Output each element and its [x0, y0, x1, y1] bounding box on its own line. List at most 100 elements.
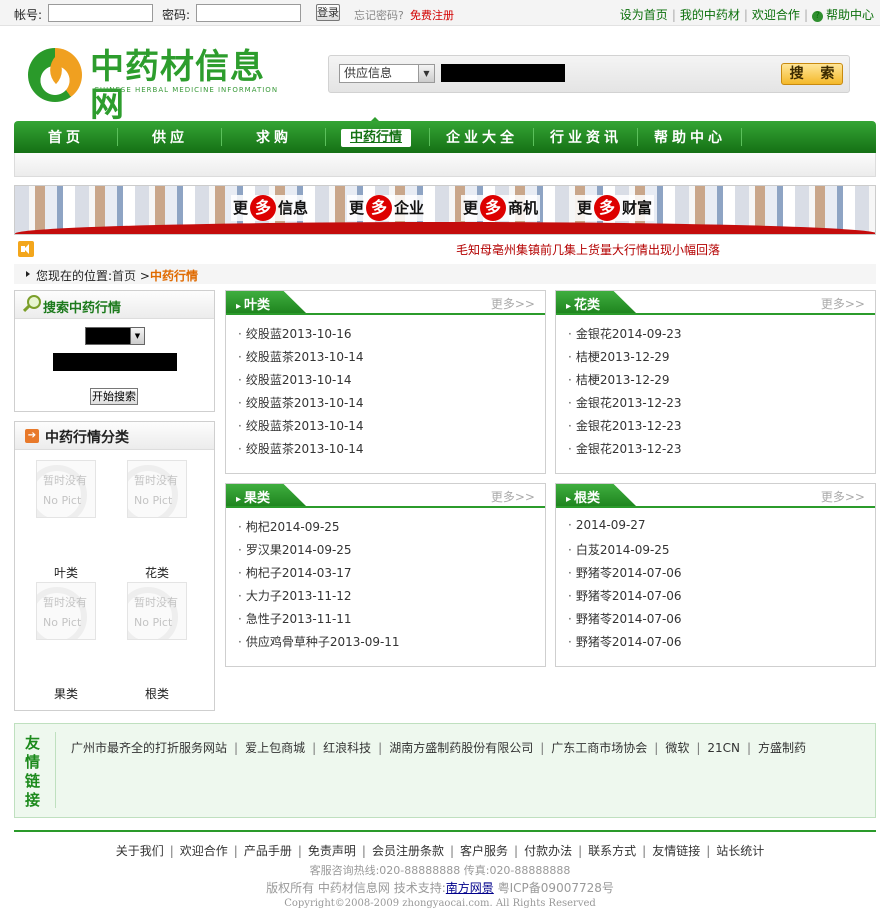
separator: |: [449, 844, 455, 858]
more-link[interactable]: 更多>>: [491, 488, 535, 505]
news-ticker-link[interactable]: 毛知母亳州集镇前几集上货量大行情出现小幅回落: [456, 241, 720, 258]
footer-link[interactable]: 产品手册: [244, 844, 292, 858]
separator: |: [803, 8, 808, 22]
chevron-down-icon[interactable]: ▼: [418, 65, 434, 82]
banner-slogan: 更多企业: [347, 195, 427, 221]
help-center-link[interactable]: 帮助中心: [826, 8, 874, 22]
separator: |: [312, 741, 317, 755]
cooperation-link[interactable]: 欢迎合作: [752, 8, 800, 22]
category-label-flower[interactable]: 花类: [127, 564, 187, 581]
login-button[interactable]: 登录: [316, 4, 340, 21]
list-item[interactable]: 大力子2013-11-12: [238, 587, 400, 610]
friend-link[interactable]: 广州市最齐全的打折服务网站: [71, 741, 227, 755]
list-item[interactable]: 急性子2013-11-11: [238, 610, 400, 633]
list-item[interactable]: 金银花2014-09-23: [568, 325, 682, 348]
list-item[interactable]: 桔梗2013-12-29: [568, 371, 682, 394]
friend-link[interactable]: 红浪科技: [323, 741, 371, 755]
my-herbs-link[interactable]: 我的中药材: [680, 8, 740, 22]
nav-demand[interactable]: 求购: [222, 121, 326, 153]
category-thumbnail[interactable]: 暂时没有 No Pict: [127, 582, 187, 640]
site-logo[interactable]: 中药材信息网 CHINESE HERBAL MEDICINE INFORMATI…: [28, 46, 298, 124]
list-item[interactable]: 绞股蓝茶2013-10-14: [238, 440, 364, 463]
category-thumbnail[interactable]: 暂时没有 No Pict: [127, 460, 187, 518]
list-item[interactable]: 金银花2013-12-23: [568, 440, 682, 463]
list-item[interactable]: 野猪苓2014-07-06: [568, 587, 682, 610]
category-thumbnail[interactable]: 暂时没有 No Pict: [36, 460, 96, 518]
chevron-down-icon[interactable]: ▼: [130, 328, 144, 344]
list-item[interactable]: 桔梗2013-12-29: [568, 348, 682, 371]
placeholder-text: No Pict: [43, 494, 82, 507]
top-bar: 帐号: 密码: 登录 忘记密码? 免费注册 设为首页 | 我的中药材 | 欢迎合作 |? 帮…: [0, 0, 880, 26]
speaker-icon: [18, 241, 34, 257]
footer-link[interactable]: 关于我们: [116, 844, 164, 858]
market-keyword-input[interactable]: [53, 353, 177, 371]
list-item[interactable]: 绞股蓝茶2013-10-14: [238, 348, 364, 371]
list-item[interactable]: 金银花2013-12-23: [568, 394, 682, 417]
footer-link[interactable]: 欢迎合作: [180, 844, 228, 858]
separator: |: [297, 844, 302, 858]
nav-news[interactable]: 行业资讯: [534, 121, 638, 153]
friend-link[interactable]: 广东工商市场协会: [551, 741, 647, 755]
top-links: 设为首页 | 我的中药材 | 欢迎合作 |? 帮助中心: [620, 6, 874, 23]
friend-link[interactable]: 爱上包商城: [245, 741, 305, 755]
placeholder-text: 暂时没有: [43, 474, 87, 487]
tech-support-link[interactable]: 南方网景: [446, 881, 494, 895]
market-category-select[interactable]: ▼: [85, 327, 145, 345]
footer-link[interactable]: 联系方式: [588, 844, 636, 858]
market-box-root: 根类 更多>> 2014-09-27 白芨2014-09-25 野猪苓2014-…: [555, 483, 876, 667]
banner-wave: [15, 222, 875, 234]
set-homepage-link[interactable]: 设为首页: [620, 8, 668, 22]
register-link[interactable]: 免费注册: [410, 7, 454, 23]
more-link[interactable]: 更多>>: [491, 295, 535, 312]
separator: |: [234, 741, 239, 755]
list-item[interactable]: 野猪苓2014-07-06: [568, 564, 682, 587]
list-item[interactable]: 野猪苓2014-07-06: [568, 633, 682, 656]
list-item[interactable]: 枸杞2014-09-25: [238, 518, 400, 541]
nav-market[interactable]: 中药行情: [341, 129, 411, 147]
footer-link[interactable]: 站长统计: [716, 844, 764, 858]
category-label-leaf[interactable]: 叶类: [36, 564, 96, 581]
friend-link[interactable]: 21CN: [707, 741, 740, 755]
breadcrumb-home[interactable]: 首页: [112, 269, 136, 283]
nav-help[interactable]: 帮助中心: [638, 121, 742, 153]
more-link[interactable]: 更多>>: [821, 488, 865, 505]
footer-link[interactable]: 会员注册条款: [372, 844, 444, 858]
footer-link[interactable]: 友情链接: [652, 844, 700, 858]
list-item[interactable]: 枸杞子2014-03-17: [238, 564, 400, 587]
list-item[interactable]: 罗汉果2014-09-25: [238, 541, 400, 564]
list-item[interactable]: 绞股蓝茶2013-10-14: [238, 394, 364, 417]
nav-companies[interactable]: 企业大全: [430, 121, 534, 153]
footer-link[interactable]: 免责声明: [308, 844, 356, 858]
account-input[interactable]: [48, 4, 153, 22]
promo-banner[interactable]: 更多信息 更多企业 更多商机 更多财富: [14, 185, 876, 235]
category-label-root[interactable]: 根类: [127, 685, 187, 702]
list-item[interactable]: 绞股蓝茶2013-10-14: [238, 417, 364, 440]
list-item[interactable]: 供应鸡骨草种子2013-09-11: [238, 633, 400, 656]
more-link[interactable]: 更多>>: [821, 295, 865, 312]
search-area: 供应信息 ▼ 搜 索: [328, 55, 850, 93]
list-item[interactable]: 白芨2014-09-25: [568, 541, 682, 564]
friend-link[interactable]: 微软: [665, 741, 689, 755]
start-search-button[interactable]: 开始搜索: [90, 388, 138, 405]
category-thumbnail[interactable]: 暂时没有 No Pict: [36, 582, 96, 640]
list-item[interactable]: 绞股蓝2013-10-14: [238, 371, 364, 394]
friend-link[interactable]: 湖南方盛制药股份有限公司: [389, 741, 533, 755]
list-item[interactable]: 野猪苓2014-07-06: [568, 610, 682, 633]
category-label-fruit[interactable]: 果类: [36, 685, 96, 702]
list-item[interactable]: 金银花2013-12-23: [568, 417, 682, 440]
forgot-password-link[interactable]: 忘记密码?: [354, 7, 404, 23]
category-select[interactable]: 供应信息 ▼: [339, 64, 435, 83]
separator: |: [514, 844, 519, 858]
footer-link[interactable]: 付款办法: [524, 844, 572, 858]
nav-home[interactable]: 首页: [14, 121, 118, 153]
list-item[interactable]: 2014-09-27: [568, 518, 682, 541]
box-title: 果类: [236, 487, 270, 506]
list-item[interactable]: 绞股蓝2013-10-16: [238, 325, 364, 348]
friend-link[interactable]: 方盛制药: [758, 741, 806, 755]
market-box-fruit: 果类 更多>> 枸杞2014-09-25 罗汉果2014-09-25 枸杞子20…: [225, 483, 546, 667]
footer-link[interactable]: 客户服务: [460, 844, 508, 858]
search-button[interactable]: 搜 索: [781, 63, 843, 85]
keyword-input[interactable]: [441, 64, 565, 82]
password-input[interactable]: [196, 4, 301, 22]
nav-supply[interactable]: 供应: [118, 121, 222, 153]
